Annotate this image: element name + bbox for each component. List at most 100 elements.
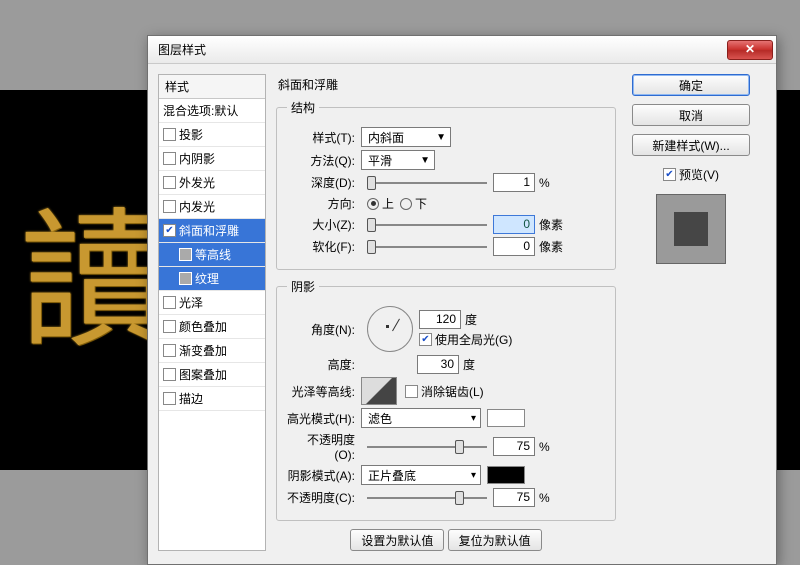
select-value: 正片叠底 [368, 467, 416, 484]
global-light-checkbox[interactable]: ✔ [419, 333, 432, 346]
checkbox-icon[interactable] [163, 200, 176, 213]
effect-label: 图案叠加 [179, 366, 227, 383]
highlight-opacity-label: 不透明度(O): [287, 431, 361, 462]
effect-label: 等高线 [195, 246, 231, 263]
highlight-mode-label: 高光模式(H): [287, 410, 361, 427]
effect-pattern-overlay[interactable]: 图案叠加 [159, 363, 265, 387]
effect-drop-shadow[interactable]: 投影 [159, 123, 265, 147]
effect-list: 样式 混合选项:默认 投影 内阴影 外发光 内发光 ✔斜面和浮雕 等高线 纹理 … [158, 74, 266, 551]
blend-options-item[interactable]: 混合选项:默认 [159, 99, 265, 123]
angle-input[interactable]: 120 [419, 310, 461, 329]
shading-group: 阴影 角度(N): 120 度 ✔ 使用全局光(G) [276, 278, 616, 521]
soften-label: 软化(F): [287, 238, 361, 255]
effect-inner-glow[interactable]: 内发光 [159, 195, 265, 219]
canvas-sample-text: 讀 [20, 160, 154, 377]
shadow-mode-select[interactable]: 正片叠底 ▾ [361, 465, 481, 485]
direction-label: 方向: [287, 195, 361, 212]
reset-default-button[interactable]: 复位为默认值 [448, 529, 542, 551]
effect-satin[interactable]: 光泽 [159, 291, 265, 315]
chevron-down-icon: ▾ [471, 470, 476, 481]
antialias-checkbox[interactable] [405, 385, 418, 398]
dialog-titlebar[interactable]: 图层样式 ✕ [148, 36, 776, 64]
close-button[interactable]: ✕ [727, 40, 773, 60]
select-value: 平滑 [368, 152, 392, 169]
highlight-opacity-slider[interactable] [367, 438, 487, 456]
effect-label: 内阴影 [179, 150, 215, 167]
select-value: 滤色 [368, 410, 392, 427]
highlight-mode-select[interactable]: 滤色 ▾ [361, 408, 481, 428]
sub-box-icon [179, 272, 192, 285]
bevel-emboss-panel: 斜面和浮雕 结构 样式(T): 内斜面 ▼ 方法(Q): 平滑 ▼ [276, 74, 616, 551]
effect-outer-glow[interactable]: 外发光 [159, 171, 265, 195]
dialog-title: 图层样式 [158, 41, 727, 58]
select-value: 内斜面 [368, 129, 404, 146]
new-style-button[interactable]: 新建样式(W)... [632, 134, 750, 156]
soften-input[interactable]: 0 [493, 237, 535, 256]
ok-button[interactable]: 确定 [632, 74, 750, 96]
depth-label: 深度(D): [287, 174, 361, 191]
effect-contour[interactable]: 等高线 [159, 243, 265, 267]
cancel-button[interactable]: 取消 [632, 104, 750, 126]
effect-inner-shadow[interactable]: 内阴影 [159, 147, 265, 171]
structure-legend: 结构 [287, 99, 319, 116]
degree-unit: 度 [465, 311, 477, 328]
effect-stroke[interactable]: 描边 [159, 387, 265, 411]
preview-checkbox[interactable]: ✔ [663, 168, 676, 181]
angle-dial[interactable] [367, 306, 413, 352]
depth-input[interactable]: 1 [493, 173, 535, 192]
blend-options-label: 混合选项:默认 [163, 102, 238, 119]
effect-label: 投影 [179, 126, 203, 143]
technique-label: 方法(Q): [287, 152, 361, 169]
chevron-down-icon: ▼ [420, 155, 430, 166]
altitude-label: 高度: [287, 356, 361, 373]
direction-up-radio[interactable] [367, 198, 379, 210]
radio-label: 上 [382, 195, 394, 212]
checkbox-icon[interactable] [163, 128, 176, 141]
effect-label: 斜面和浮雕 [179, 222, 239, 239]
effect-label: 外发光 [179, 174, 215, 191]
effect-label: 渐变叠加 [179, 342, 227, 359]
effect-label: 纹理 [195, 270, 219, 287]
checkbox-icon[interactable] [163, 368, 176, 381]
structure-group: 结构 样式(T): 内斜面 ▼ 方法(Q): 平滑 ▼ 深度(D [276, 99, 616, 270]
chevron-down-icon: ▼ [436, 132, 446, 143]
effect-label: 颜色叠加 [179, 318, 227, 335]
shadow-opacity-input[interactable]: 75 [493, 488, 535, 507]
direction-down-radio[interactable] [400, 198, 412, 210]
style-select[interactable]: 内斜面 ▼ [361, 127, 451, 147]
checkbox-icon[interactable] [163, 344, 176, 357]
technique-select[interactable]: 平滑 ▼ [361, 150, 435, 170]
highlight-opacity-input[interactable]: 75 [493, 437, 535, 456]
shading-legend: 阴影 [287, 278, 319, 295]
highlight-color-swatch[interactable] [487, 409, 525, 427]
size-slider[interactable] [367, 216, 487, 234]
layer-style-dialog: 图层样式 ✕ 样式 混合选项:默认 投影 内阴影 外发光 内发光 ✔斜面和浮雕 … [147, 35, 777, 565]
preview-label: 预览(V) [679, 166, 719, 183]
depth-slider[interactable] [367, 174, 487, 192]
effect-label: 光泽 [179, 294, 203, 311]
chevron-down-icon: ▾ [471, 413, 476, 424]
depth-unit: % [539, 176, 550, 190]
checkbox-icon[interactable] [163, 392, 176, 405]
pct-unit: % [539, 440, 550, 454]
set-default-button[interactable]: 设置为默认值 [350, 529, 444, 551]
shadow-color-swatch[interactable] [487, 466, 525, 484]
pct-unit: % [539, 491, 550, 505]
style-label: 样式(T): [287, 129, 361, 146]
shadow-opacity-slider[interactable] [367, 489, 487, 507]
effect-texture[interactable]: 纹理 [159, 267, 265, 291]
angle-label: 角度(N): [287, 321, 361, 338]
altitude-input[interactable]: 30 [417, 355, 459, 374]
effect-bevel-emboss[interactable]: ✔斜面和浮雕 [159, 219, 265, 243]
checkbox-icon[interactable]: ✔ [163, 224, 176, 237]
soften-unit: 像素 [539, 238, 563, 255]
gloss-contour-picker[interactable] [361, 377, 397, 405]
checkbox-icon[interactable] [163, 296, 176, 309]
size-input[interactable]: 0 [493, 215, 535, 234]
soften-slider[interactable] [367, 238, 487, 256]
checkbox-icon[interactable] [163, 176, 176, 189]
effect-color-overlay[interactable]: 颜色叠加 [159, 315, 265, 339]
effect-gradient-overlay[interactable]: 渐变叠加 [159, 339, 265, 363]
checkbox-icon[interactable] [163, 320, 176, 333]
checkbox-icon[interactable] [163, 152, 176, 165]
